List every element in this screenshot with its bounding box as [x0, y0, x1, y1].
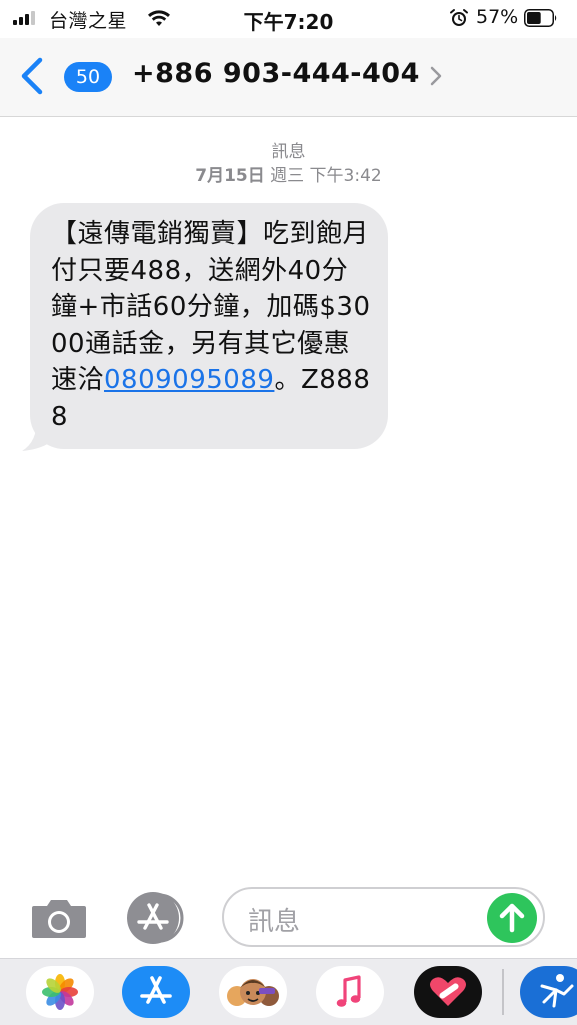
memoji-app-icon[interactable]: [219, 966, 287, 1018]
conversation-timestamp: 訊息 7月15日 週三 下午3:42: [0, 140, 577, 188]
send-button[interactable]: [487, 893, 537, 943]
alarm-icon: [450, 9, 468, 26]
battery-percent: 57%: [476, 6, 519, 28]
message-bubble[interactable]: 【遠傳電銷獨賣】吃到飽月付只要488，送網外40分鐘+市話60分鐘，加碼$300…: [22, 203, 390, 451]
app-store-app-icon[interactable]: [122, 966, 190, 1018]
status-bar: 台灣之星 下午7:20 57%: [0, 0, 577, 38]
app-drawer: [0, 958, 577, 1025]
message-date: 7月15日 週三 下午3:42: [0, 164, 577, 188]
send-arrow-icon: [499, 903, 525, 933]
chevron-left-icon: [21, 57, 43, 95]
service-label: 訊息: [271, 142, 306, 162]
back-button[interactable]: 50: [18, 56, 112, 96]
message-date-time: 週三 下午3:42: [270, 166, 382, 186]
app-store-icon[interactable]: [125, 892, 189, 944]
chevron-right-icon[interactable]: [428, 65, 444, 87]
unread-count-badge: 50: [64, 62, 112, 92]
fitness-app-icon[interactable]: [520, 966, 577, 1018]
music-app-icon[interactable]: [316, 966, 384, 1018]
compose-bar: 訊息: [0, 878, 577, 958]
phone-link[interactable]: 0809095089: [104, 365, 274, 395]
contact-name[interactable]: +886 903-444-404: [132, 58, 420, 89]
message-text: 【遠傳電銷獨賣】吃到飽月付只要488，送網外40分鐘+市話60分鐘，加碼$300…: [51, 216, 371, 435]
message-date-day: 7月15日: [195, 166, 265, 186]
battery-icon: [524, 9, 557, 27]
message-input-placeholder: 訊息: [248, 907, 301, 937]
conversation-header: 50 +886 903-444-404: [0, 38, 577, 117]
message-input[interactable]: 訊息: [222, 887, 545, 947]
photos-app-icon[interactable]: [26, 966, 94, 1018]
heart-app-icon[interactable]: [414, 966, 482, 1018]
camera-icon[interactable]: [30, 896, 88, 940]
app-drawer-divider: [502, 969, 504, 1015]
